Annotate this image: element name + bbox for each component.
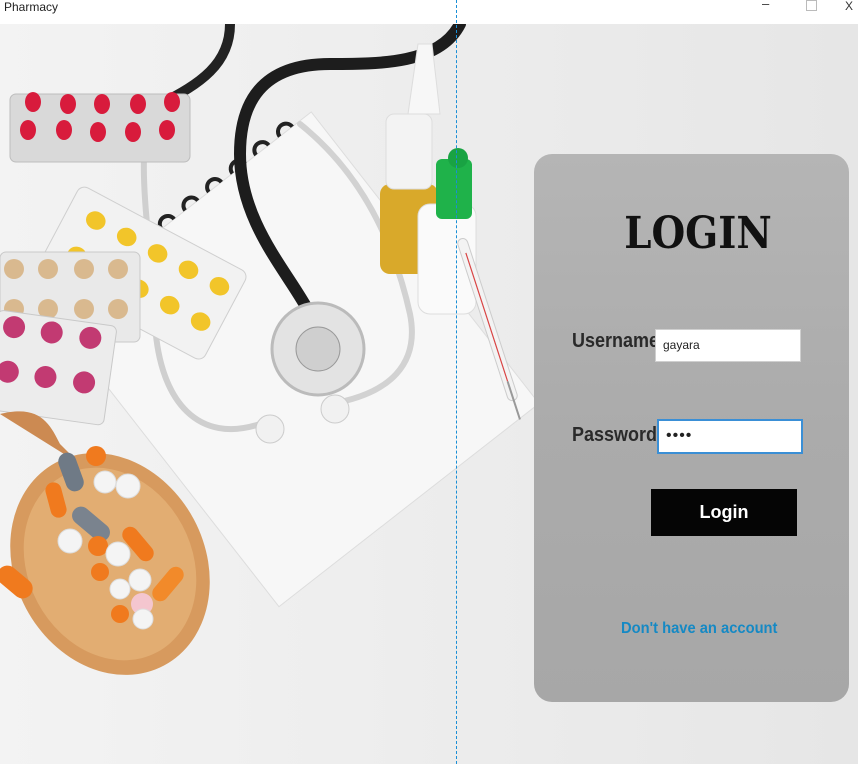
password-field[interactable]: •••• bbox=[657, 419, 803, 454]
login-panel: LOGIN Username gayara Password •••• Logi… bbox=[534, 154, 849, 702]
close-button[interactable]: X bbox=[845, 0, 853, 12]
username-label: Username bbox=[572, 330, 660, 352]
minimize-button[interactable]: – bbox=[762, 0, 769, 10]
username-field[interactable]: gayara bbox=[655, 329, 801, 362]
login-button[interactable]: Login bbox=[651, 489, 797, 536]
signup-link[interactable]: Don't have an account bbox=[621, 620, 777, 638]
pharmacy-background-image bbox=[0, 24, 540, 675]
window-titlebar: d Pharmacy – X bbox=[0, 0, 858, 24]
maximize-button[interactable] bbox=[806, 0, 817, 11]
main-stage: LOGIN Username gayara Password •••• Logi… bbox=[0, 24, 858, 764]
layout-guide-line bbox=[456, 0, 457, 764]
login-heading: LOGIN bbox=[624, 208, 772, 259]
window-title: d Pharmacy bbox=[0, 0, 59, 14]
password-label: Password bbox=[572, 424, 658, 446]
